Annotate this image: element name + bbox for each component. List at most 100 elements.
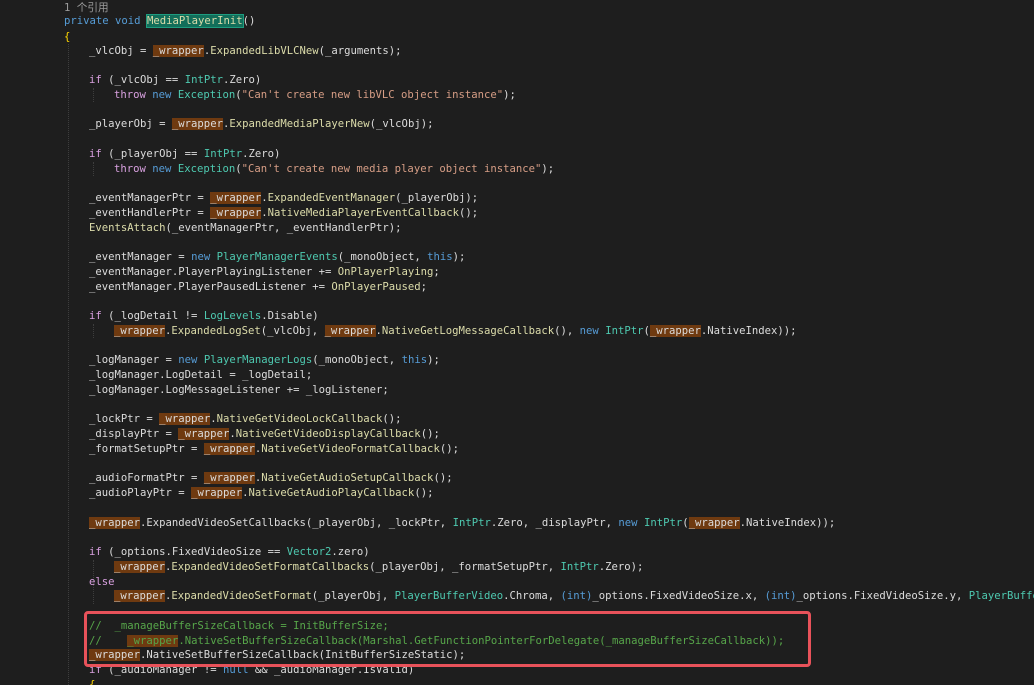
code-editor[interactable]: 1 个引用 private void MediaPlayerInit() { _vlc… — [0, 0, 1034, 685]
code-token: IntPtr — [605, 325, 644, 337]
code-token: _lockPtr = — [89, 413, 160, 425]
code-token: IntPtr — [643, 517, 683, 529]
code-token: _eventHandlerPtr = — [89, 207, 211, 219]
code-token: new — [579, 325, 599, 337]
code-token: (_monoObject, — [312, 354, 402, 366]
code-line[interactable]: throw new Exception("Can't create new li… — [114, 88, 516, 102]
code-token: if — [89, 546, 102, 558]
code-line[interactable]: _eventManager.PlayerPlayingListener += O… — [89, 265, 440, 279]
code-token: Exception — [177, 89, 236, 101]
code-token: _wrapper — [89, 649, 141, 661]
code-token: .NativeSetBufferSizeCallback(Marshal.Get… — [178, 635, 785, 647]
code-token: // — [89, 635, 128, 647]
code-line[interactable]: _eventManager.PlayerPausedListener += On… — [89, 280, 427, 294]
code-token: NativeGetAudioSetupCallback — [261, 472, 434, 484]
code-line[interactable]: { — [64, 30, 70, 44]
code-token: .NativeIndex)); — [700, 325, 797, 337]
code-token: if — [89, 74, 102, 86]
code-line[interactable]: _wrapper.NativeSetBufferSizeCallback(Ini… — [89, 648, 465, 662]
code-line[interactable]: _logManager = new PlayerManagerLogs(_mon… — [89, 353, 440, 367]
code-token: (int) — [560, 590, 593, 602]
code-line[interactable]: private void MediaPlayerInit() — [64, 14, 255, 28]
code-token: throw — [114, 89, 146, 101]
code-token: _displayPtr = — [89, 428, 179, 440]
code-line[interactable]: // _manageBufferSizeCallback = InitBuffe… — [89, 619, 389, 633]
code-line[interactable]: _playerObj = _wrapper.ExpandedMediaPlaye… — [89, 117, 433, 131]
code-token: .Zero) — [222, 74, 262, 86]
code-token: _wrapper — [210, 207, 262, 219]
code-token: { — [64, 31, 71, 43]
code-token: Vector2 — [286, 546, 332, 558]
code-line[interactable]: if (_audioManager != null && _audioManag… — [89, 663, 414, 677]
code-line[interactable]: throw new Exception("Can't create new me… — [114, 162, 554, 176]
code-token: _audioFormatPtr = — [89, 472, 204, 484]
code-token: IntPtr — [184, 74, 223, 86]
code-line[interactable]: _eventManagerPtr = _wrapper.ExpandedEven… — [89, 191, 478, 205]
code-token: _wrapper — [159, 413, 211, 425]
code-token: _wrapper — [649, 325, 701, 337]
code-line[interactable]: _lockPtr = _wrapper.NativeGetVideoLockCa… — [89, 412, 402, 426]
code-line[interactable]: if (_logDetail != LogLevels.Disable) — [89, 309, 319, 323]
code-token: if — [89, 148, 102, 160]
code-token: ExpandedEventManager — [267, 192, 396, 204]
code-line[interactable]: _vlcObj = _wrapper.ExpandedLibVLCNew(_ar… — [89, 44, 402, 58]
code-token: _wrapper — [191, 487, 243, 499]
code-token: _wrapper — [203, 472, 255, 484]
code-token: MediaPlayerInit — [145, 14, 244, 28]
code-token: _wrapper — [152, 45, 204, 57]
code-token: _playerObj = — [89, 118, 172, 130]
code-line[interactable]: _displayPtr = _wrapper.NativeGetVideoDis… — [89, 427, 440, 441]
indent-guide — [68, 44, 69, 685]
reference-count-label[interactable]: 1 个引用 — [64, 1, 109, 15]
code-line[interactable]: _wrapper.ExpandedVideoSetCallbacks(_play… — [89, 516, 835, 530]
code-token: ExpandedVideoSetFormat — [171, 590, 312, 602]
code-line[interactable]: else — [89, 575, 115, 589]
code-line[interactable]: if (_options.FixedVideoSize == Vector2.z… — [89, 545, 370, 559]
code-token: (_audioManager != — [101, 664, 223, 676]
code-token: .Disable) — [261, 310, 319, 322]
code-line[interactable]: _wrapper.ExpandedVideoSetFormat(_playerO… — [114, 589, 1034, 603]
code-token: NativeGetVideoLockCallback — [216, 413, 383, 425]
code-line[interactable]: _logManager.LogMessageListener += _logLi… — [89, 383, 389, 397]
code-token: EventsAttach — [89, 222, 166, 234]
code-line[interactable]: if (_vlcObj == IntPtr.Zero) — [89, 73, 261, 87]
code-token: ; — [433, 266, 440, 278]
code-line[interactable]: _eventHandlerPtr = _wrapper.NativeMediaP… — [89, 206, 478, 220]
code-token: .zero) — [331, 546, 370, 558]
code-line[interactable]: _audioPlayPtr = _wrapper.NativeGetAudioP… — [89, 486, 433, 500]
indent-guide — [93, 88, 94, 102]
code-token: .NativeIndex)); — [739, 517, 836, 529]
code-line[interactable]: { — [89, 678, 95, 685]
code-token: () — [242, 15, 256, 27]
code-token: .Chroma, — [503, 590, 561, 602]
code-line[interactable]: _eventManager = new PlayerManagerEvents(… — [89, 250, 465, 264]
code-token: (); — [433, 472, 453, 484]
code-line[interactable]: _logManager.LogDetail = _logDetail; — [89, 368, 312, 382]
code-token: .Zero) — [242, 148, 281, 160]
code-line[interactable]: _formatSetupPtr = _wrapper.NativeGetVide… — [89, 442, 459, 456]
code-token: null — [222, 664, 249, 676]
code-token: _eventManager = — [89, 251, 192, 263]
code-token: "Can't create new media player object in… — [241, 163, 542, 175]
code-line[interactable]: _wrapper.ExpandedLogSet(_vlcObj, _wrappe… — [114, 324, 797, 338]
code-token: 1 个引用 — [64, 2, 109, 14]
code-token: ExpandedVideoSetFormatCallbacks — [171, 561, 370, 573]
code-token: if — [89, 310, 102, 322]
code-token: _wrapper — [114, 561, 166, 573]
code-line[interactable]: // _wrapper.NativeSetBufferSizeCallback(… — [89, 634, 784, 648]
code-token: throw — [114, 163, 146, 175]
code-token: _logManager = — [89, 354, 179, 366]
code-line[interactable]: if (_playerObj == IntPtr.Zero) — [89, 147, 280, 161]
code-line[interactable]: _wrapper.ExpandedVideoSetFormatCallbacks… — [114, 560, 643, 574]
code-line[interactable]: EventsAttach(_eventManagerPtr, _eventHan… — [89, 221, 402, 235]
code-token: _wrapper — [203, 443, 255, 455]
code-line[interactable]: _audioFormatPtr = _wrapper.NativeGetAudi… — [89, 471, 453, 485]
code-token: (_monoObject, — [337, 251, 428, 263]
code-token: _wrapper — [171, 118, 223, 130]
code-token: _logManager.LogDetail = _logDetail; — [89, 369, 313, 381]
code-token: (_logDetail != — [101, 310, 204, 322]
code-token: this — [427, 251, 453, 263]
code-token: new — [618, 517, 638, 529]
code-token: void — [115, 15, 141, 27]
